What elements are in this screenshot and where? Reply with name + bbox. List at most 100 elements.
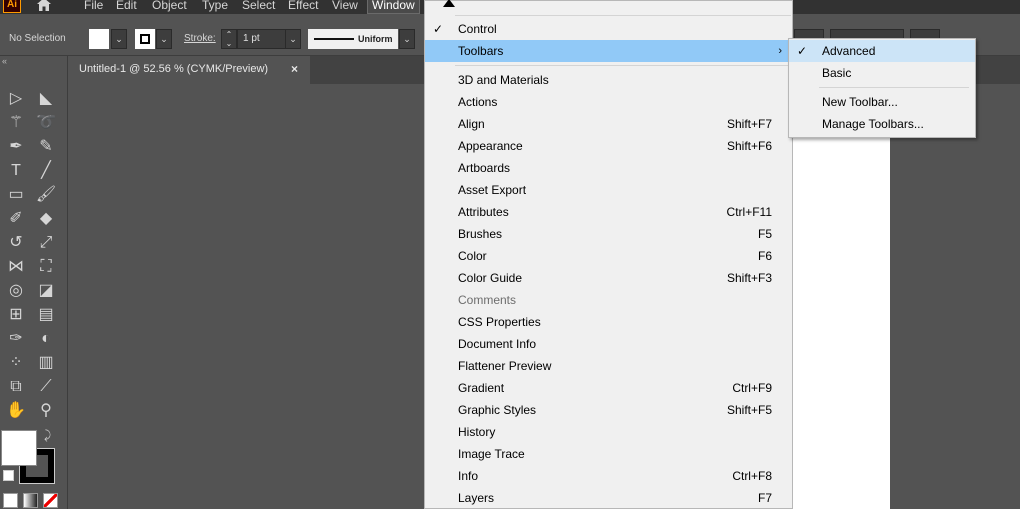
menu-item-appearance[interactable]: Appearance Shift+F6 xyxy=(425,135,792,157)
menu-item-label: CSS Properties xyxy=(458,315,541,329)
curvature-tool-icon[interactable]: ✎ xyxy=(35,136,57,158)
swap-fill-stroke-icon[interactable]: ⤸ xyxy=(44,428,51,443)
gradient-mode-icon[interactable] xyxy=(23,493,38,508)
menu-edit[interactable]: Edit xyxy=(116,0,137,13)
hand-tool-icon[interactable]: ✋ xyxy=(5,400,27,422)
menu-item-label: Comments xyxy=(458,293,517,307)
shape-builder-tool-icon[interactable]: ◎ xyxy=(5,280,27,302)
menu-item-align[interactable]: Align Shift+F7 xyxy=(425,113,792,135)
none-mode-icon[interactable] xyxy=(43,493,58,508)
type-tool-icon[interactable]: T xyxy=(5,160,27,182)
symbol-sprayer-tool-icon[interactable]: ⁘ xyxy=(5,352,27,374)
submenu-item-new-toolbar[interactable]: New Toolbar... xyxy=(789,91,975,113)
menu-item-document-info[interactable]: Document Info xyxy=(425,333,792,355)
profile-dropdown[interactable]: ⌄ xyxy=(399,29,415,49)
menu-separator xyxy=(455,65,791,66)
menu-item-label: Gradient xyxy=(458,381,505,395)
menu-window[interactable]: Window xyxy=(367,0,420,14)
artboard-tool-icon[interactable]: ⧉ xyxy=(5,376,27,398)
menu-item-layers[interactable]: Layers F7 xyxy=(425,487,792,509)
eyedropper-tool-icon[interactable]: ✑ xyxy=(5,328,27,350)
color-mode-icon[interactable] xyxy=(3,493,18,508)
menu-item-attributes[interactable]: Attributes Ctrl+F11 xyxy=(425,201,792,223)
mesh-tool-icon[interactable]: ⊞ xyxy=(5,304,27,326)
submenu-item-manage-toolbars[interactable]: Manage Toolbars... xyxy=(789,113,975,135)
home-icon[interactable] xyxy=(36,0,52,12)
menu-select[interactable]: Select xyxy=(242,0,275,13)
stroke-swatch[interactable] xyxy=(135,29,155,49)
width-tool-icon[interactable]: ⋈ xyxy=(5,256,27,278)
pen-tool-icon[interactable]: ✒ xyxy=(5,136,27,158)
menu-item-gradient[interactable]: Gradient Ctrl+F9 xyxy=(425,377,792,399)
stroke-dropdown[interactable]: ⌄ xyxy=(156,29,172,49)
menu-item-toolbars[interactable]: Toolbars › xyxy=(425,40,792,62)
menu-item-color[interactable]: Color F6 xyxy=(425,245,792,267)
magic-wand-tool-icon[interactable]: ⚚ xyxy=(5,112,27,134)
stroke-weight-stepper[interactable]: ⌃ ⌄ xyxy=(221,29,237,49)
menu-item-image-trace[interactable]: Image Trace xyxy=(425,443,792,465)
zoom-tool-icon[interactable]: ⚲ xyxy=(35,400,57,422)
menu-item-flattener-preview[interactable]: Flattener Preview xyxy=(425,355,792,377)
menu-effect[interactable]: Effect xyxy=(288,0,318,13)
menu-item-label: 3D and Materials xyxy=(458,73,549,87)
rectangle-tool-icon[interactable]: ▭ xyxy=(5,184,27,206)
menu-item-label: Artboards xyxy=(458,161,511,175)
eraser-tool-icon[interactable]: ◆ xyxy=(35,208,57,230)
menu-separator xyxy=(455,15,791,16)
free-transform-tool-icon[interactable]: ⛶ xyxy=(35,256,57,278)
direct-selection-tool-icon[interactable]: ◣ xyxy=(35,88,57,110)
menu-item-label: Graphic Styles xyxy=(458,403,537,417)
menu-item-brushes[interactable]: Brushes F5 xyxy=(425,223,792,245)
selection-tool-icon[interactable]: ▷ xyxy=(5,88,27,110)
app-logo: Ai xyxy=(3,0,21,13)
gradient-tool-icon[interactable]: ▤ xyxy=(35,304,57,326)
menu-item-3d-and-materials[interactable]: 3D and Materials xyxy=(425,69,792,91)
menu-object[interactable]: Object xyxy=(152,0,187,13)
stroke-label[interactable]: Stroke: xyxy=(184,33,216,44)
variable-width-profile[interactable]: Uniform xyxy=(308,29,398,49)
menu-item-shortcut: F7 xyxy=(757,491,772,505)
submenu-item-basic[interactable]: Basic xyxy=(789,62,975,84)
menu-item-label: Align xyxy=(458,117,485,131)
menu-item-shortcut: Shift+F7 xyxy=(726,117,772,131)
menu-item-label: Toolbars xyxy=(458,44,504,58)
rotate-tool-icon[interactable]: ↺ xyxy=(5,232,27,254)
scale-tool-icon[interactable]: ⤢ xyxy=(35,232,57,254)
menu-item-graphic-styles[interactable]: Graphic Styles Shift+F5 xyxy=(425,399,792,421)
lasso-tool-icon[interactable]: ➰ xyxy=(35,112,57,134)
fill-dropdown[interactable]: ⌄ xyxy=(111,29,127,49)
column-graph-tool-icon[interactable]: ▥ xyxy=(35,352,57,374)
menu-file[interactable]: File xyxy=(84,0,103,13)
menu-item-shortcut: F5 xyxy=(757,227,772,241)
selection-status: No Selection xyxy=(9,33,66,44)
fill-swatch[interactable] xyxy=(89,29,109,49)
menu-item-history[interactable]: History xyxy=(425,421,792,443)
submenu-item-label: Basic xyxy=(822,66,852,80)
right-panel-area xyxy=(890,84,1020,509)
artboard[interactable] xyxy=(793,130,890,509)
fill-color-front[interactable] xyxy=(1,430,37,466)
menu-separator xyxy=(819,87,969,88)
menu-item-artboards[interactable]: Artboards xyxy=(425,157,792,179)
blend-tool-icon[interactable]: ◐ xyxy=(35,328,57,350)
slice-tool-icon[interactable]: ⟋ xyxy=(35,376,57,398)
collapse-panel-icon[interactable]: « xyxy=(2,56,7,66)
line-segment-tool-icon[interactable]: ╱ xyxy=(35,160,57,182)
shaper-tool-icon[interactable]: ✐ xyxy=(5,208,27,230)
submenu-item-advanced[interactable]: ✓ Advanced xyxy=(789,40,975,62)
menu-item-info[interactable]: Info Ctrl+F8 xyxy=(425,465,792,487)
menu-view[interactable]: View xyxy=(332,0,358,13)
menu-item-actions[interactable]: Actions xyxy=(425,91,792,113)
menu-type[interactable]: Type xyxy=(202,0,228,13)
paintbrush-tool-icon[interactable]: 🖌 xyxy=(35,184,57,206)
default-fill-stroke-icon[interactable] xyxy=(3,470,14,481)
stroke-weight-dropdown[interactable]: ⌄ xyxy=(285,29,301,49)
menu-item-color-guide[interactable]: Color Guide Shift+F3 xyxy=(425,267,792,289)
perspective-grid-tool-icon[interactable]: ◪ xyxy=(35,280,57,302)
menu-item-comments[interactable]: Comments xyxy=(425,289,792,311)
menu-item-asset-export[interactable]: Asset Export xyxy=(425,179,792,201)
close-tab-icon[interactable]: × xyxy=(291,62,298,76)
menu-item-css-properties[interactable]: CSS Properties xyxy=(425,311,792,333)
menu-item-control[interactable]: ✓ Control xyxy=(425,18,792,40)
check-icon: ✓ xyxy=(797,44,808,58)
